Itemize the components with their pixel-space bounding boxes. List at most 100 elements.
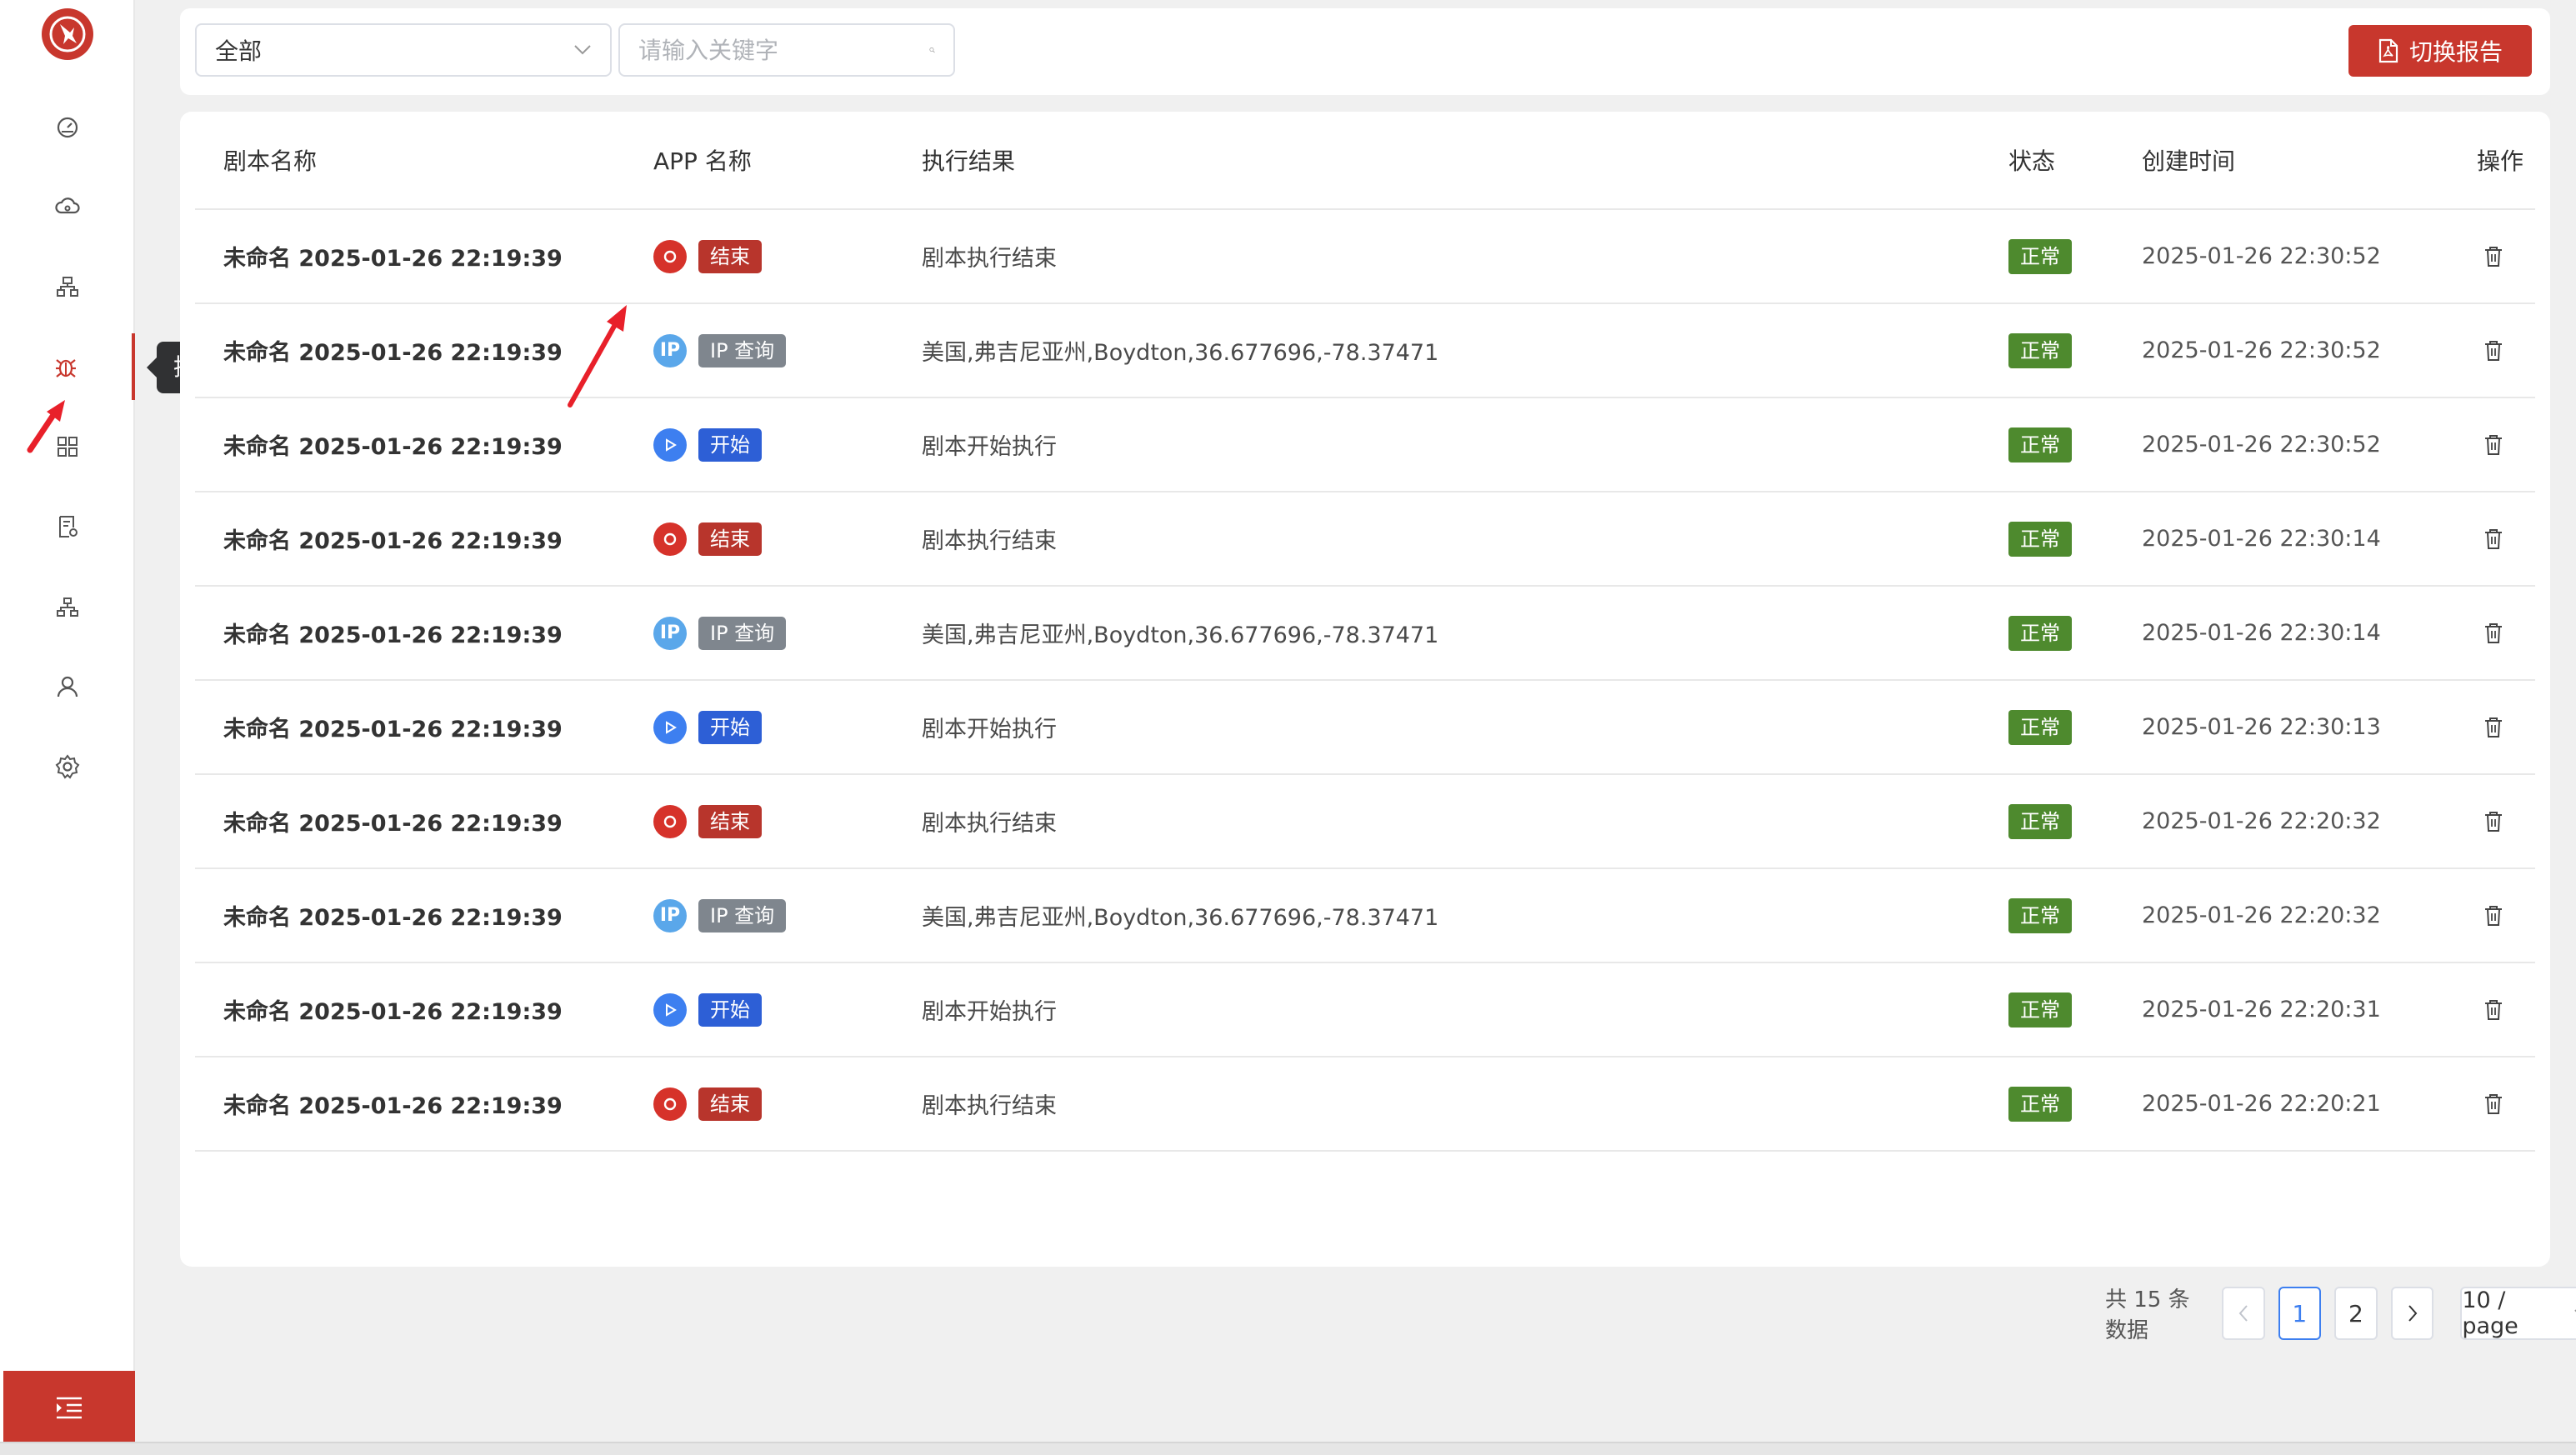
row-app: IP IP 查询 bbox=[653, 587, 787, 679]
play-icon bbox=[666, 720, 677, 734]
page-button-1[interactable]: 1 bbox=[2278, 1287, 2322, 1340]
row-status: 正常 bbox=[2008, 210, 2072, 302]
search-input[interactable] bbox=[638, 36, 929, 64]
row-result: 剧本开始执行 bbox=[922, 999, 1057, 1025]
total-count: 共 15 条数据 bbox=[2105, 1288, 2190, 1343]
report-icon bbox=[59, 516, 78, 538]
row-result: 剧本开始执行 bbox=[922, 717, 1057, 742]
row-result: 美国,弗吉尼亚州,Boydton,36.677696,-78.37471 bbox=[922, 622, 1439, 648]
category-select-value: 全部 bbox=[215, 38, 263, 65]
sidebar-item-dashboard[interactable] bbox=[0, 93, 135, 160]
row-app: 结束 bbox=[653, 492, 762, 585]
table-row: 未命名 2025-01-26 22:19:39 结束 剧本执行结束 正常 2025-01… bbox=[195, 775, 2535, 869]
row-app: IP IP 查询 bbox=[653, 869, 787, 962]
row-created-time: 2025-01-26 22:30:14 bbox=[2142, 526, 2381, 552]
delete-icon bbox=[2485, 717, 2502, 738]
delete-button[interactable] bbox=[2483, 210, 2503, 302]
delete-button[interactable] bbox=[2483, 1058, 2503, 1150]
chevron-right-icon bbox=[2408, 1305, 2417, 1322]
ip-icon: IP bbox=[659, 622, 681, 643]
chevron-left-icon bbox=[2238, 1305, 2248, 1322]
delete-button[interactable] bbox=[2483, 869, 2503, 962]
row-script-name: 未命名 2025-01-26 22:19:39 bbox=[223, 717, 563, 742]
network-icon bbox=[57, 598, 78, 617]
page-button-2[interactable]: 2 bbox=[2334, 1287, 2378, 1340]
delete-button[interactable] bbox=[2483, 398, 2503, 491]
page-size-select[interactable]: 10 / page bbox=[2460, 1287, 2576, 1340]
status-badge: 正常 bbox=[2008, 615, 2072, 651]
row-created-time: 2025-01-26 22:20:32 bbox=[2142, 902, 2381, 928]
row-app: 开始 bbox=[653, 398, 762, 491]
table-row: 未命名 2025-01-26 22:19:39 IP IP 查询 美国,弗吉尼亚州,B… bbox=[195, 304, 2535, 398]
delete-button[interactable] bbox=[2483, 304, 2503, 397]
search-icon[interactable] bbox=[929, 39, 935, 61]
app-logo[interactable] bbox=[42, 8, 93, 60]
status-badge: 正常 bbox=[2008, 803, 2072, 839]
app-tag: 结束 bbox=[698, 1087, 762, 1121]
row-app: 开始 bbox=[653, 681, 762, 773]
header-result: 执行结果 bbox=[922, 148, 1016, 175]
table-header: 剧本名称 APP 名称 执行结果 状态 创建时间 操作 bbox=[195, 112, 2535, 210]
prev-page-button[interactable] bbox=[2221, 1287, 2265, 1340]
search-box[interactable] bbox=[618, 23, 955, 77]
app-icon-badge: IP bbox=[653, 898, 687, 932]
stop-icon bbox=[663, 815, 677, 828]
row-status: 正常 bbox=[2008, 587, 2072, 679]
app-tag: 结束 bbox=[698, 239, 762, 273]
row-result: 剧本开始执行 bbox=[922, 434, 1057, 460]
header-app-name: APP 名称 bbox=[653, 148, 752, 175]
next-page-button[interactable] bbox=[2390, 1287, 2434, 1340]
sidebar-item-structure[interactable] bbox=[0, 253, 135, 320]
row-created-time: 2025-01-26 22:20:31 bbox=[2142, 997, 2381, 1022]
play-icon bbox=[666, 438, 677, 452]
status-badge: 正常 bbox=[2008, 427, 2072, 462]
sidebar-item-settings[interactable] bbox=[0, 733, 135, 800]
sitemap-icon bbox=[57, 277, 78, 297]
app-tag: 开始 bbox=[698, 710, 762, 744]
row-script-name: 未命名 2025-01-26 22:19:39 bbox=[223, 1093, 563, 1119]
delete-button[interactable] bbox=[2483, 775, 2503, 868]
sidebar-item-cloud[interactable] bbox=[0, 173, 135, 240]
row-result: 剧本执行结束 bbox=[922, 528, 1057, 554]
delete-button[interactable] bbox=[2483, 492, 2503, 585]
delete-button[interactable] bbox=[2483, 963, 2503, 1056]
app-tag: 结束 bbox=[698, 804, 762, 838]
delete-button[interactable] bbox=[2483, 587, 2503, 679]
delete-button[interactable] bbox=[2483, 681, 2503, 773]
delete-icon bbox=[2485, 1093, 2502, 1114]
row-status: 正常 bbox=[2008, 963, 2072, 1056]
table-row: 未命名 2025-01-26 22:19:39 IP IP 查询 美国,弗吉尼亚州,B… bbox=[195, 869, 2535, 963]
switch-report-button[interactable]: 切换报告 bbox=[2348, 25, 2532, 77]
cloud-icon bbox=[55, 198, 80, 214]
sidebar-collapse-toggle[interactable] bbox=[3, 1371, 135, 1443]
delete-icon bbox=[2485, 528, 2502, 549]
row-script-name: 未命名 2025-01-26 22:19:39 bbox=[223, 622, 563, 648]
ip-icon: IP bbox=[659, 340, 681, 361]
sidebar-item-users[interactable] bbox=[0, 653, 135, 720]
row-script-name: 未命名 2025-01-26 22:19:39 bbox=[223, 811, 563, 837]
row-created-time: 2025-01-26 22:30:52 bbox=[2142, 338, 2381, 363]
sidebar-item-network[interactable] bbox=[0, 573, 135, 640]
app-icon-badge bbox=[653, 239, 687, 273]
sidebar-item-apps[interactable] bbox=[0, 413, 135, 480]
logo-icon bbox=[49, 16, 86, 52]
sidebar-item-reports[interactable] bbox=[0, 493, 135, 560]
row-status: 正常 bbox=[2008, 775, 2072, 868]
app-tag: IP 查询 bbox=[698, 898, 787, 932]
switch-report-label: 切换报告 bbox=[2408, 38, 2503, 66]
delete-icon bbox=[2485, 999, 2502, 1020]
row-script-name: 未命名 2025-01-26 22:19:39 bbox=[223, 528, 563, 554]
sidebar-item-execution-log[interactable] bbox=[0, 333, 135, 400]
app-tag: IP 查询 bbox=[698, 616, 787, 650]
delete-icon bbox=[2485, 905, 2502, 926]
user-icon bbox=[57, 676, 78, 698]
ip-icon: IP bbox=[659, 905, 681, 926]
stop-icon bbox=[663, 1098, 677, 1110]
row-status: 正常 bbox=[2008, 1058, 2072, 1150]
category-select[interactable]: 全部 bbox=[195, 23, 612, 77]
app-icon-badge bbox=[653, 710, 687, 744]
chevron-down-icon bbox=[574, 45, 591, 55]
pagination: 共 15 条数据 1 2 10 / page bbox=[2105, 1287, 2576, 1343]
status-badge: 正常 bbox=[2008, 521, 2072, 557]
row-script-name: 未命名 2025-01-26 22:19:39 bbox=[223, 434, 563, 460]
